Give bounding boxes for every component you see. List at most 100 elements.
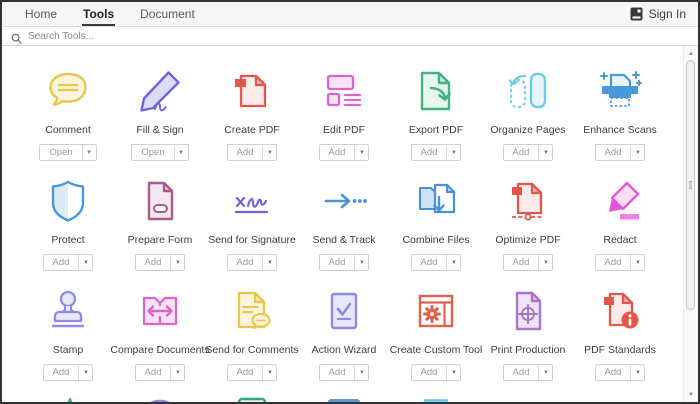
button-label[interactable]: Add [44,255,79,270]
button-label[interactable]: Add [504,255,539,270]
tool-add-button[interactable]: Add ▼ [594,144,646,161]
button-label[interactable]: Add [320,365,355,380]
custom-tool-icon[interactable] [412,287,460,335]
dropdown-arrow-icon[interactable]: ▼ [538,145,552,160]
dropdown-arrow-icon[interactable]: ▼ [78,365,92,380]
tool-add-button[interactable]: Add ▼ [410,254,462,271]
tool-add-button[interactable]: Add ▼ [594,254,646,271]
dropdown-arrow-icon[interactable]: ▼ [446,145,460,160]
scroll-down-arrow-icon[interactable]: ▼ [684,389,698,400]
dropdown-arrow-icon[interactable]: ▼ [446,365,460,380]
button-label[interactable]: Add [504,145,539,160]
fill-sign-icon[interactable] [136,67,184,115]
organize-pages-icon[interactable] [504,67,552,115]
dropdown-arrow-icon[interactable]: ▼ [262,145,276,160]
tool-add-button[interactable]: Add ▼ [134,364,186,381]
combine-files-icon[interactable] [412,177,460,225]
dropdown-arrow-icon[interactable]: ▼ [262,255,276,270]
send-signature-icon[interactable] [228,177,276,225]
sign-in-area[interactable]: Sign In [630,2,698,26]
button-label[interactable]: Add [596,255,631,270]
dropdown-arrow-icon[interactable]: ▼ [354,145,368,160]
button-label[interactable]: Add [228,255,263,270]
compare-documents-icon[interactable] [136,287,184,335]
tool-add-button[interactable]: Add ▼ [318,364,370,381]
sign-in-label[interactable]: Sign In [649,7,686,21]
tool-add-button[interactable]: Add ▼ [226,144,278,161]
button-label[interactable]: Add [136,255,171,270]
search-input[interactable] [28,30,328,42]
partial-lines-icon[interactable] [412,397,460,402]
dropdown-arrow-icon[interactable]: ▼ [173,145,188,160]
partial-frame-icon[interactable] [228,397,276,402]
tool-add-button[interactable]: Add ▼ [226,364,278,381]
create-pdf-icon[interactable] [228,67,276,115]
button-label[interactable]: Add [44,365,79,380]
export-pdf-icon[interactable] [412,67,460,115]
send-comments-icon[interactable] [228,287,276,335]
tool-add-button[interactable]: Add ▼ [594,364,646,381]
dropdown-arrow-icon[interactable]: ▼ [538,255,552,270]
dropdown-arrow-icon[interactable]: ▼ [81,145,96,160]
dropdown-arrow-icon[interactable]: ▼ [354,255,368,270]
tool-open-button[interactable]: Open ▼ [131,144,189,161]
dropdown-arrow-icon[interactable]: ▼ [446,255,460,270]
partial-dome-icon[interactable] [136,397,184,402]
dropdown-arrow-icon[interactable]: ▼ [78,255,92,270]
dropdown-arrow-icon[interactable]: ▼ [262,365,276,380]
button-label[interactable]: Add [412,255,447,270]
tool-add-button[interactable]: Add ▼ [318,144,370,161]
button-label[interactable]: Open [40,145,81,160]
tool-add-button[interactable]: Add ▼ [502,364,554,381]
optimize-pdf-icon[interactable] [504,177,552,225]
tool-add-button[interactable]: Add ▼ [318,254,370,271]
tab-tools[interactable]: Tools [70,2,127,26]
tool-add-button[interactable]: Add ▼ [410,364,462,381]
button-label[interactable]: Add [596,365,631,380]
button-label[interactable]: Add [412,145,447,160]
button-label[interactable]: Add [228,145,263,160]
dropdown-arrow-icon[interactable]: ▼ [354,365,368,380]
tool-add-button[interactable]: Add ▼ [502,144,554,161]
scrollbar[interactable]: ▲ ▼ [683,46,698,402]
tool-add-button[interactable]: Add ▼ [410,144,462,161]
button-label[interactable]: Add [412,365,447,380]
prepare-form-icon[interactable] [136,177,184,225]
partial-triangle-icon[interactable] [44,397,92,402]
send-track-icon[interactable] [320,177,368,225]
button-label[interactable]: Add [228,365,263,380]
redact-icon[interactable] [596,177,644,225]
protect-icon[interactable] [44,177,92,225]
enhance-scans-icon[interactable] [596,67,644,115]
scrollbar-thumb[interactable] [686,60,695,310]
dropdown-arrow-icon[interactable]: ▼ [538,365,552,380]
button-label[interactable]: Add [504,365,539,380]
dropdown-arrow-icon[interactable]: ▼ [630,365,644,380]
pdf-standards-icon[interactable] [596,287,644,335]
tool-add-button[interactable]: Add ▼ [502,254,554,271]
scroll-up-arrow-icon[interactable]: ▲ [684,48,698,59]
tool-open-button[interactable]: Open ▼ [39,144,97,161]
tab-home[interactable]: Home [12,2,70,26]
tool-add-button[interactable]: Add ▼ [226,254,278,271]
dropdown-arrow-icon[interactable]: ▼ [170,255,184,270]
action-wizard-icon[interactable] [320,287,368,335]
button-label[interactable]: Add [596,145,631,160]
tab-document[interactable]: Document [127,2,208,26]
tool-add-button[interactable]: Add ▼ [42,364,94,381]
tool-add-button[interactable]: Add ▼ [42,254,94,271]
dropdown-arrow-icon[interactable]: ▼ [630,145,644,160]
stamp-icon[interactable] [44,287,92,335]
comment-icon[interactable] [44,67,92,115]
tool-add-button[interactable]: Add ▼ [134,254,186,271]
button-label[interactable]: Add [136,365,171,380]
search-bar[interactable] [2,27,698,46]
dropdown-arrow-icon[interactable]: ▼ [630,255,644,270]
print-production-icon[interactable] [504,287,552,335]
partial-block-icon[interactable] [320,397,368,402]
dropdown-arrow-icon[interactable]: ▼ [170,365,184,380]
button-label[interactable]: Add [320,145,355,160]
button-label[interactable]: Add [320,255,355,270]
button-label[interactable]: Open [132,145,173,160]
edit-pdf-icon[interactable] [320,67,368,115]
